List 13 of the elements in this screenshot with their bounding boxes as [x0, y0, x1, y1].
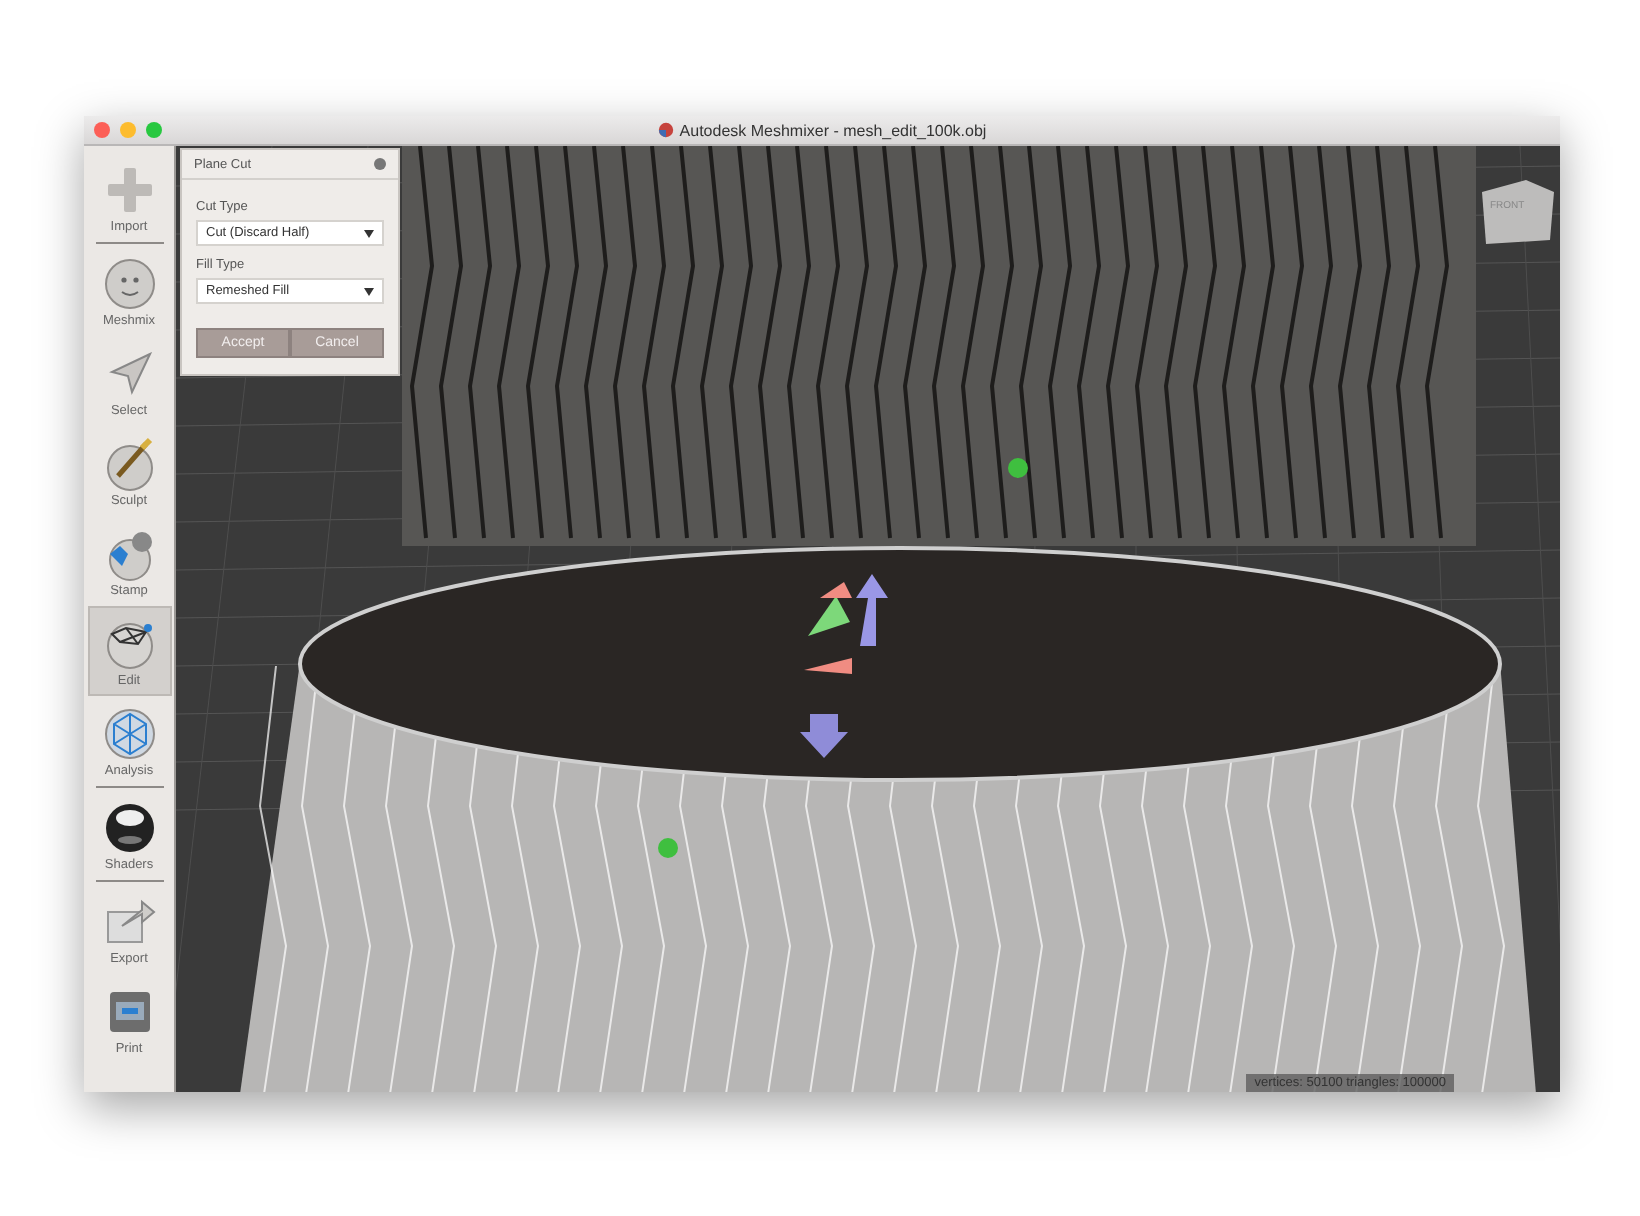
close-button[interactable]	[94, 122, 110, 138]
sphere-face-icon	[101, 255, 157, 311]
control-point[interactable]	[1008, 458, 1028, 478]
transform-gizmo-icon[interactable]	[804, 574, 888, 674]
wire-globe-icon	[101, 705, 157, 761]
app-logo-icon	[657, 122, 674, 138]
window-title: Autodesk Meshmixer - mesh_edit_100k.obj	[679, 121, 987, 139]
down-arrow-icon[interactable]	[800, 714, 848, 758]
settings-icon[interactable]	[374, 158, 386, 170]
caret-icon	[364, 229, 374, 237]
chrome-ball-icon	[101, 799, 157, 855]
brush-sphere-icon	[101, 435, 157, 491]
caret-icon	[364, 287, 374, 295]
